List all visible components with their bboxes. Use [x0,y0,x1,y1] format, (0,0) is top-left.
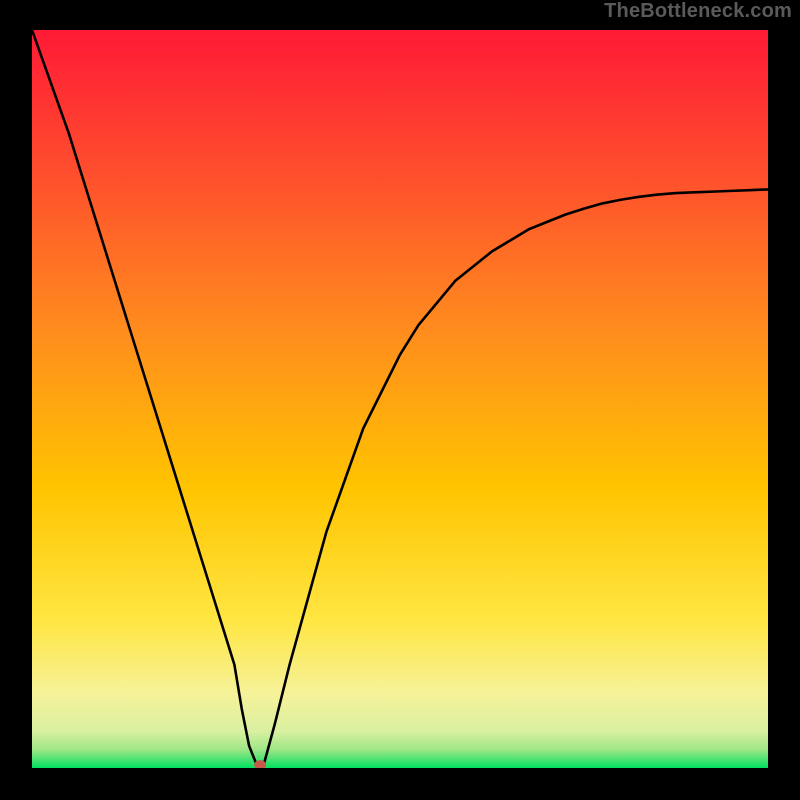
plot-background [32,30,768,768]
watermark-text: TheBottleneck.com [604,0,792,23]
chart-container: TheBottleneck.com [0,0,800,800]
plot-svg [32,30,768,768]
plot-frame [32,30,768,768]
